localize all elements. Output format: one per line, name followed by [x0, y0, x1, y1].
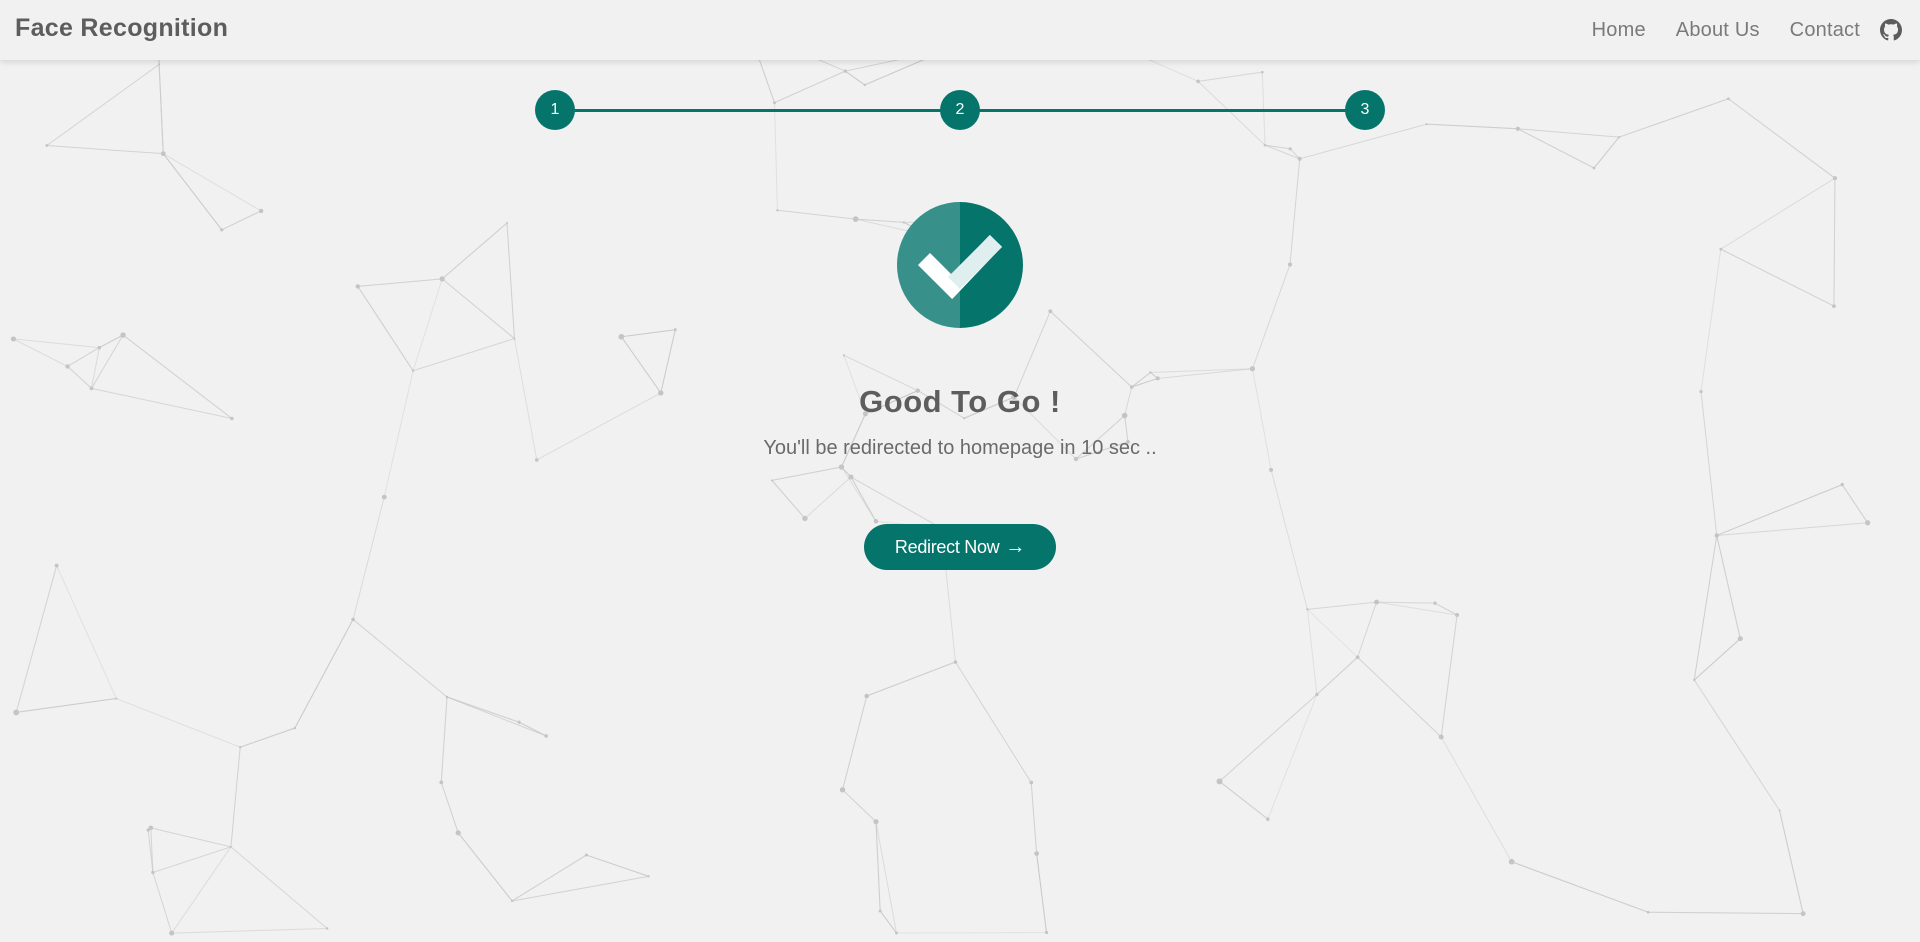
check-circle-icon — [897, 202, 1023, 328]
github-icon[interactable] — [1880, 19, 1902, 41]
success-title: Good To Go ! — [859, 384, 1061, 419]
nav-about-link[interactable]: About Us — [1676, 19, 1760, 42]
step-1: 1 — [535, 90, 575, 130]
arrow-right-icon: → — [1005, 535, 1026, 558]
redirect-message: You'll be redirected to homepage in 10 s… — [763, 437, 1157, 459]
step-3: 3 — [1345, 90, 1385, 130]
nav-home-link[interactable]: Home — [1592, 19, 1646, 42]
progress-stepper: 1 2 3 — [535, 90, 1385, 130]
network-background — [10, 0, 1871, 936]
nav-links: Home About Us Contact — [1592, 0, 1920, 60]
brand-logo[interactable]: Face Recognition — [15, 14, 228, 43]
nav-contact-link[interactable]: Contact — [1790, 19, 1860, 42]
redirect-now-label: Redirect Now — [894, 536, 1000, 557]
redirect-now-button[interactable]: Redirect Now → — [864, 524, 1056, 570]
step-2: 2 — [940, 90, 980, 130]
navbar: Face Recognition Home About Us Contact — [0, 0, 1920, 60]
